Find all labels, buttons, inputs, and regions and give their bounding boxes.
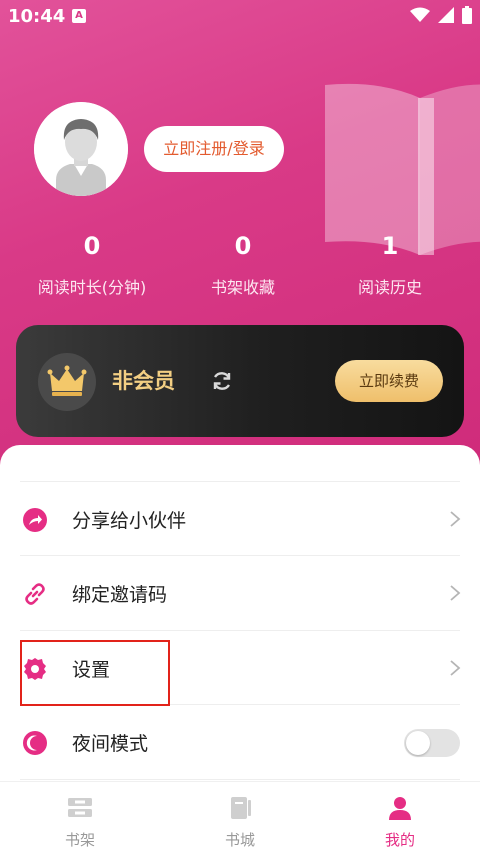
menu-label: 绑定邀请码: [72, 584, 168, 606]
bottom-tab-bar: 书架 书城 我的: [0, 781, 480, 853]
tab-bookstore[interactable]: 书城: [160, 782, 320, 853]
chevron-right-icon: [450, 511, 461, 527]
share-icon: [23, 508, 47, 532]
profile-icon: [389, 797, 411, 820]
renew-membership-button[interactable]: 立即续费: [335, 360, 443, 402]
status-bar: 10:44 A: [0, 0, 480, 34]
stat-label: 阅读历史: [357, 278, 422, 297]
menu-label: 夜间模式: [72, 733, 149, 755]
avatar[interactable]: [34, 102, 128, 196]
chevron-right-icon: [450, 585, 461, 601]
signal-icon: [438, 7, 454, 23]
register-login-button[interactable]: 立即注册/登录: [144, 126, 284, 172]
stat-label: 阅读时长(分钟): [37, 278, 147, 297]
stat-history[interactable]: 1 阅读历史: [310, 228, 470, 298]
bookshelf-icon: [68, 798, 92, 817]
highlight-annotation: [20, 640, 170, 706]
moon-icon: [23, 731, 47, 755]
menu-item-share[interactable]: 分享给小伙伴: [0, 482, 480, 556]
tab-bookshelf[interactable]: 书架: [0, 782, 160, 853]
divider: [20, 779, 460, 780]
stat-bookshelf[interactable]: 0 书架收藏: [163, 228, 323, 298]
refresh-icon[interactable]: [210, 369, 234, 393]
battery-icon: [462, 6, 472, 24]
stat-value: 0: [234, 232, 252, 260]
crown-icon: [47, 365, 87, 396]
wifi-icon: [410, 7, 430, 22]
vip-status: 非会员: [112, 369, 175, 393]
tab-label: 书城: [224, 831, 255, 849]
stat-reading-time[interactable]: 0 阅读时长(分钟): [12, 228, 172, 298]
tab-mine[interactable]: 我的: [320, 782, 480, 853]
default-avatar-icon: [34, 102, 128, 196]
stat-value: 1: [381, 232, 399, 260]
bookstore-icon: [231, 797, 251, 819]
stat-label: 书架收藏: [210, 278, 275, 297]
stat-value: 0: [83, 232, 101, 260]
vip-card: 非会员 立即续费: [16, 325, 464, 437]
menu-item-bind-invite[interactable]: 绑定邀请码: [0, 556, 480, 630]
status-time: 10:44: [8, 6, 66, 27]
toggle-knob: [406, 731, 430, 755]
tab-label: 我的: [384, 831, 415, 849]
night-mode-toggle[interactable]: [404, 729, 460, 757]
reading-stats: 0 阅读时长(分钟) 0 书架收藏 1 阅读历史: [0, 228, 480, 308]
link-icon: [25, 583, 45, 605]
menu-label: 分享给小伙伴: [72, 510, 187, 532]
tab-label: 书架: [64, 831, 95, 849]
crown-badge: [38, 353, 96, 411]
menu-item-night-mode: 夜间模式: [0, 705, 480, 779]
notification-badge: A: [72, 9, 86, 23]
chevron-right-icon: [450, 660, 461, 676]
